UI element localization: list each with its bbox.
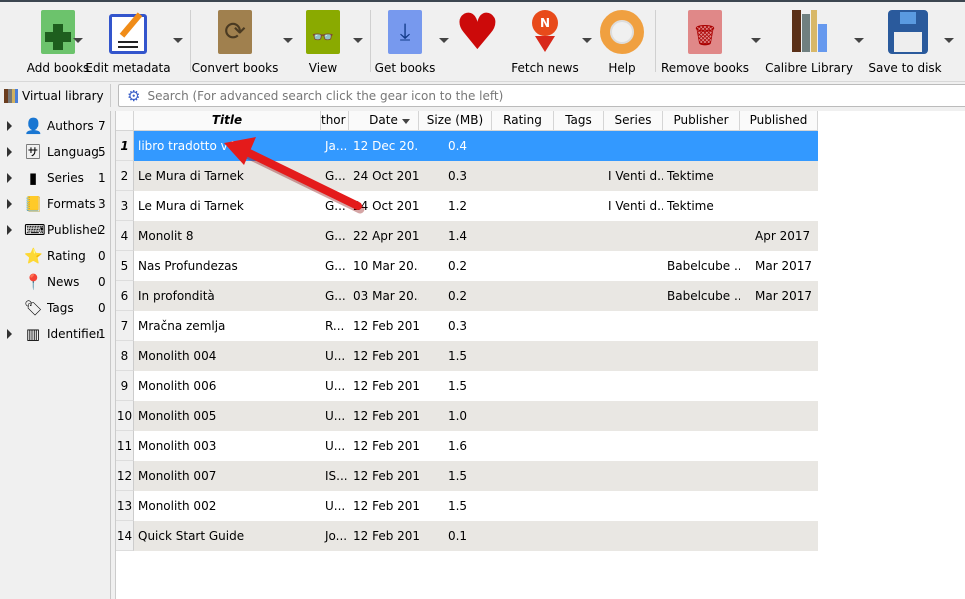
annotation-arrow	[224, 137, 365, 214]
